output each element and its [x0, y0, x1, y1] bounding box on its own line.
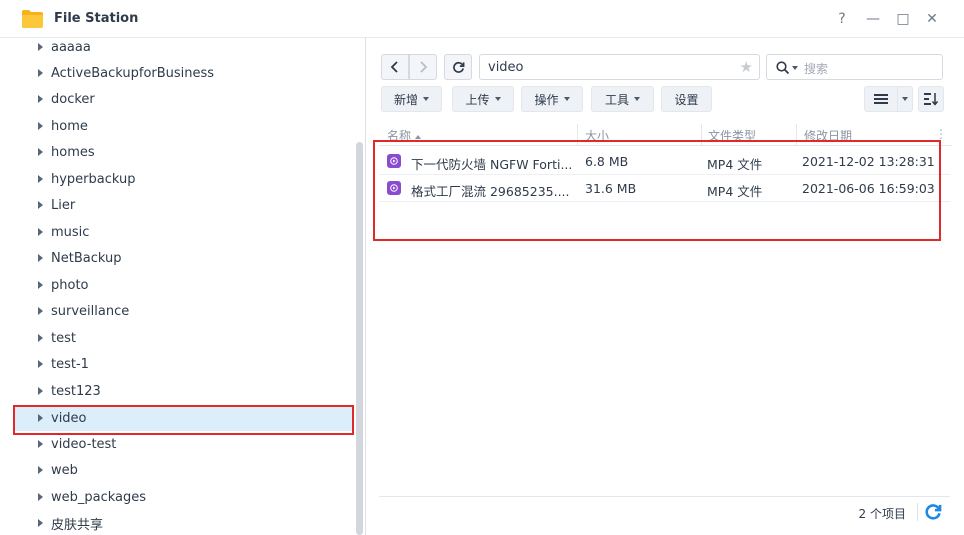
minimize-button[interactable]: — [862, 8, 884, 30]
expand-caret-icon[interactable] [38, 360, 43, 368]
sidebar-item-skin-share[interactable]: 皮肤共享 [14, 510, 352, 535]
expand-caret-icon[interactable] [38, 95, 43, 103]
search-placeholder: 搜索 [804, 62, 829, 76]
status-bar: 2 个项目 [379, 496, 950, 526]
expand-caret-icon[interactable] [38, 122, 43, 130]
expand-caret-icon[interactable] [38, 175, 43, 183]
sidebar-item-web-packages[interactable]: web_packages [14, 484, 352, 510]
search-input[interactable]: 搜索 [766, 54, 943, 80]
dropdown-arrow-icon [634, 97, 640, 101]
sidebar-item-test[interactable]: test [14, 325, 352, 351]
list-view-button[interactable] [864, 86, 898, 112]
view-mode-dropdown[interactable] [897, 86, 913, 112]
expand-caret-icon[interactable] [38, 228, 43, 236]
folder-icon [22, 10, 43, 28]
close-icon: ✕ [926, 11, 938, 27]
highlight-box [373, 140, 941, 241]
item-count: 2 个项目 [858, 507, 906, 521]
column-menu-icon[interactable]: ⋮ [935, 127, 947, 141]
refresh-icon[interactable] [924, 503, 942, 521]
sidebar-item-lier[interactable]: Lier [14, 192, 352, 218]
sidebar-item-surveillance[interactable]: surveillance [14, 298, 352, 324]
expand-caret-icon[interactable] [38, 519, 43, 527]
forward-button[interactable] [409, 54, 437, 80]
list-view-icon [874, 94, 888, 104]
folder-tree: aaaaa ActiveBackupforBusiness docker hom… [0, 38, 366, 535]
expand-caret-icon[interactable] [38, 69, 43, 77]
dropdown-arrow-icon [563, 97, 570, 101]
expand-caret-icon[interactable] [38, 307, 43, 315]
expand-caret-icon[interactable] [38, 466, 43, 474]
settings-button[interactable]: 设置 [661, 86, 712, 112]
expand-caret-icon[interactable] [38, 148, 43, 156]
expand-caret-icon[interactable] [38, 440, 43, 448]
sidebar-item-home[interactable]: home [14, 113, 352, 139]
divider [917, 503, 918, 521]
sidebar-item-homes[interactable]: homes [14, 139, 352, 165]
sidebar-item-photo[interactable]: photo [14, 272, 352, 298]
help-button[interactable]: ? [831, 8, 853, 30]
refresh-button[interactable] [444, 54, 472, 80]
chevron-right-icon [420, 61, 428, 73]
search-dropdown-icon[interactable] [792, 66, 798, 70]
sort-icon [924, 93, 938, 106]
expand-caret-icon[interactable] [38, 43, 43, 51]
dropdown-arrow-icon [423, 97, 429, 101]
refresh-icon [452, 61, 464, 73]
path-value: video [488, 60, 524, 75]
expand-caret-icon[interactable] [38, 254, 43, 262]
sort-ascending-icon [415, 134, 422, 139]
sort-button[interactable] [918, 86, 944, 112]
new-button[interactable]: 新增 [381, 86, 442, 112]
title-bar: File Station ? — □ ✕ [0, 0, 964, 38]
search-icon[interactable] [776, 61, 790, 75]
path-input[interactable]: video ★ [479, 54, 760, 80]
chevron-left-icon [390, 61, 398, 73]
close-button[interactable]: ✕ [921, 8, 943, 30]
chevron-down-icon [902, 97, 908, 101]
expand-caret-icon[interactable] [38, 387, 43, 395]
maximize-button[interactable]: □ [892, 8, 914, 30]
upload-button[interactable]: 上传 [452, 86, 514, 112]
sidebar-item-netbackup[interactable]: NetBackup [14, 245, 352, 271]
expand-caret-icon[interactable] [38, 334, 43, 342]
app-title: File Station [54, 11, 139, 26]
maximize-icon: □ [896, 11, 910, 27]
file-browser: video ★ 搜索 新增 上传 操作 工具 设置 名称 大小 文件类型 修改日… [367, 38, 964, 535]
expand-caret-icon[interactable] [38, 281, 43, 289]
sidebar-item-docker[interactable]: docker [14, 86, 352, 112]
minimize-icon: — [866, 11, 880, 27]
sidebar-item-test123[interactable]: test123 [14, 378, 352, 404]
sidebar-item-web[interactable]: web [14, 457, 352, 483]
sidebar-scrollbar[interactable] [356, 142, 363, 535]
sidebar-item-activebackupforbusiness[interactable]: ActiveBackupforBusiness [14, 60, 352, 86]
highlight-box [13, 405, 354, 435]
back-button[interactable] [381, 54, 409, 80]
sidebar-item-music[interactable]: music [14, 219, 352, 245]
tools-button[interactable]: 工具 [591, 86, 654, 112]
sidebar-item-aaaaa[interactable]: aaaaa [14, 38, 352, 60]
favorite-star-icon[interactable]: ★ [740, 58, 753, 76]
action-button[interactable]: 操作 [521, 86, 583, 112]
help-icon: ? [838, 11, 846, 27]
sidebar-item-hyperbackup[interactable]: hyperbackup [14, 166, 352, 192]
dropdown-arrow-icon [494, 97, 501, 101]
expand-caret-icon[interactable] [38, 201, 43, 209]
sidebar-item-test-1[interactable]: test-1 [14, 351, 352, 377]
expand-caret-icon[interactable] [38, 493, 43, 501]
